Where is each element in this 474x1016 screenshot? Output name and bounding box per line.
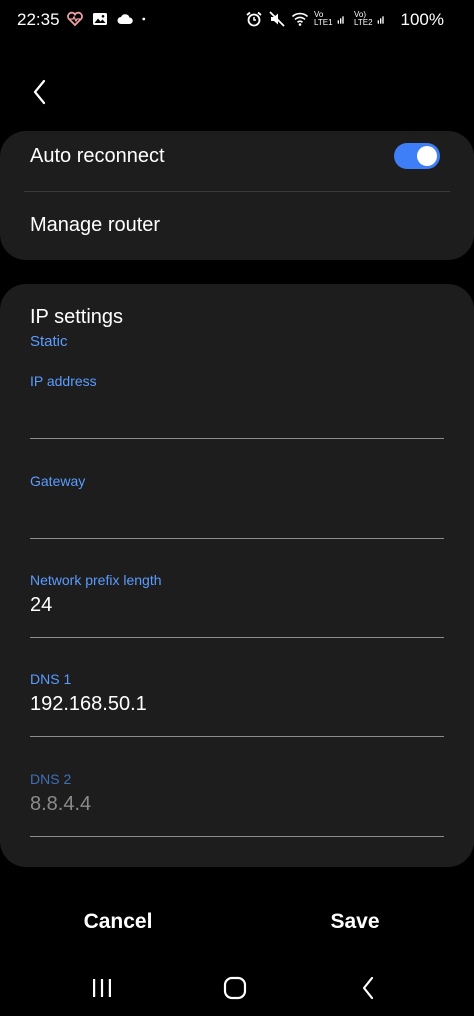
status-bar: 22:35 Vo LTE1 Vo) LTE2 100%: [0, 0, 474, 40]
auto-reconnect-label: Auto reconnect: [30, 145, 165, 167]
notification-icons: [66, 10, 151, 28]
home-button[interactable]: [215, 972, 255, 1004]
field-label: DNS 1: [30, 671, 72, 687]
recents-icon: [93, 979, 111, 997]
field-value: 8.8.4.4: [30, 793, 92, 815]
save-button[interactable]: Save: [275, 910, 435, 934]
field-value: 192.168.50.1: [30, 693, 147, 715]
auto-reconnect-toggle[interactable]: [394, 143, 440, 169]
ip-settings-card: IP settings Static IP address Gateway Ne…: [0, 284, 474, 867]
battery-percent: 100%: [400, 10, 444, 29]
wifi-icon: [291, 12, 309, 26]
field-underline: [30, 836, 444, 837]
field-underline: [30, 438, 444, 439]
home-icon: [223, 976, 247, 1000]
back-button[interactable]: [22, 74, 58, 110]
chevron-left-icon: [33, 79, 46, 105]
dns1-field[interactable]: DNS 1 192.168.50.1: [30, 671, 444, 737]
field-underline: [30, 736, 444, 737]
navigation-bar: [0, 960, 474, 1016]
status-time: 22:35: [17, 10, 60, 29]
ip-settings-mode: Static: [30, 333, 68, 350]
signal-icon: [337, 16, 344, 24]
field-label: DNS 2: [30, 771, 72, 787]
gallery-icon: [93, 13, 107, 25]
recents-button[interactable]: [82, 972, 122, 1004]
sim2-label: Vo) LTE2: [354, 10, 373, 27]
options-card: Auto reconnect Manage router: [0, 131, 474, 260]
cloud-icon: [117, 14, 133, 24]
ip-settings-title: IP settings: [30, 306, 124, 328]
dot-icon: [142, 17, 146, 21]
manage-router-label: Manage router: [30, 214, 161, 236]
gateway-field[interactable]: Gateway: [30, 473, 444, 539]
field-label: Gateway: [30, 473, 86, 489]
sim1-label: Vo LTE1: [314, 10, 333, 27]
signal-icon: [377, 16, 384, 24]
ip-address-field[interactable]: IP address: [30, 373, 444, 439]
ip-settings-selector[interactable]: IP settings Static: [0, 284, 474, 360]
system-icons: Vo LTE1 Vo) LTE2: [245, 10, 389, 28]
cancel-button[interactable]: Cancel: [38, 910, 198, 934]
dns2-field[interactable]: DNS 2 8.8.4.4: [30, 771, 444, 837]
back-icon: [362, 976, 374, 1000]
field-value: 24: [30, 594, 53, 616]
toggle-knob: [417, 146, 437, 166]
field-underline: [30, 637, 444, 638]
field-underline: [30, 538, 444, 539]
mute-icon: [269, 11, 285, 27]
network-prefix-length-field[interactable]: Network prefix length 24: [30, 572, 444, 638]
alarm-icon: [246, 11, 262, 27]
field-label: Network prefix length: [30, 572, 162, 588]
manage-router-row[interactable]: Manage router: [0, 192, 474, 260]
nav-back-button[interactable]: [348, 972, 388, 1004]
health-heart-icon: [67, 11, 83, 27]
auto-reconnect-row[interactable]: Auto reconnect: [0, 131, 474, 191]
field-label: IP address: [30, 373, 97, 389]
